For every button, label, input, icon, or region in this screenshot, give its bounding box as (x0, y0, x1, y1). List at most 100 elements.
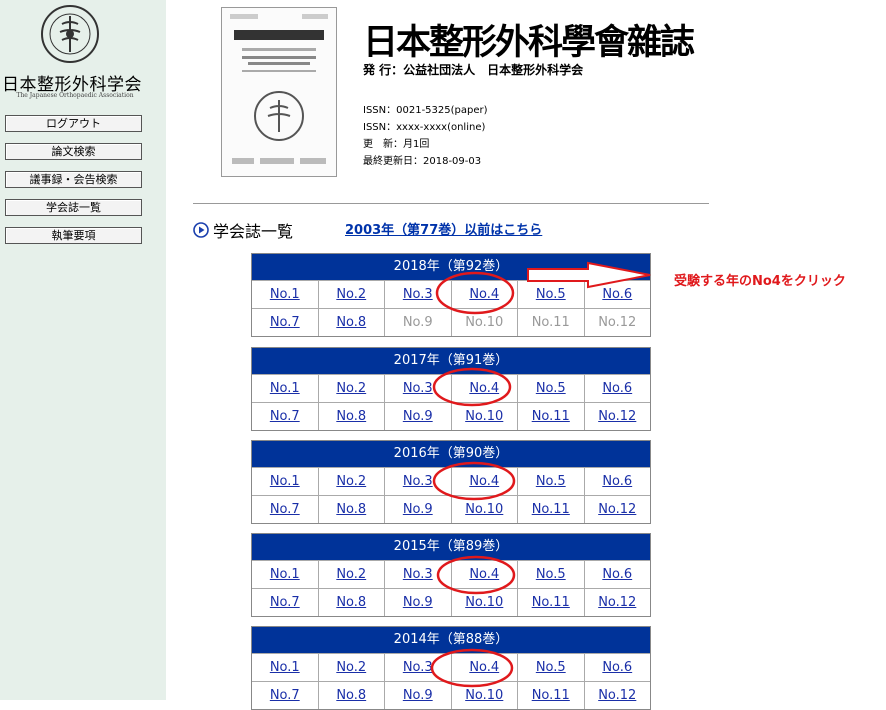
issue-link-10[interactable]: No.10 (450, 682, 518, 709)
issue-link-6[interactable]: No.6 (583, 375, 651, 402)
issue-link-1[interactable]: No.1 (252, 281, 318, 308)
issue-link-8[interactable]: No.8 (317, 589, 385, 616)
issue-link-3[interactable]: No.3 (384, 654, 451, 681)
writing-guidelines-button[interactable]: 執筆要項 (5, 227, 142, 244)
issue-link-4[interactable]: No.4 (450, 561, 518, 588)
issue-link-7[interactable]: No.7 (252, 589, 318, 616)
issue-row: No.7 No.8 No.9 No.10 No.11 No.12 (252, 588, 650, 616)
issue-link-7[interactable]: No.7 (252, 403, 318, 430)
issue-row: No.1 No.2 No.3 No.4 No.5 No.6 (252, 467, 650, 495)
last-updated: 最終更新日：2018-09-03 (363, 156, 482, 167)
issue-link-4[interactable]: No.4 (450, 468, 518, 495)
issue-row: No.1 No.2 No.3 No.4 No.5 No.6 (252, 374, 650, 402)
issue-link-7[interactable]: No.7 (252, 309, 318, 336)
issue-row: No.1 No.2 No.3 No.4 No.5 No.6 (252, 653, 650, 681)
issue-link-1[interactable]: No.1 (252, 375, 318, 402)
issue-link-12: No.12 (583, 309, 651, 336)
volume-header: 2018年（第92巻） (252, 254, 650, 280)
issue-link-3[interactable]: No.3 (384, 375, 451, 402)
section-heading: 学会誌一覧 (193, 218, 293, 242)
issue-link-11: No.11 (517, 309, 584, 336)
issue-link-9[interactable]: No.9 (384, 496, 451, 523)
instruction-callout: 受験する年のNo4をクリック (674, 274, 846, 289)
issue-row: No.7 No.8 No.9 No.10 No.11 No.12 (252, 681, 650, 709)
issue-link-2[interactable]: No.2 (317, 468, 385, 495)
journal-cover-image (221, 7, 337, 177)
sidebar: 日本整形外科学会 The Japanese Orthopaedic Associ… (0, 0, 166, 700)
issue-link-6[interactable]: No.6 (583, 281, 651, 308)
journal-list-button[interactable]: 学会誌一覧 (5, 199, 142, 216)
issue-link-10[interactable]: No.10 (450, 403, 518, 430)
issue-link-3[interactable]: No.3 (384, 468, 451, 495)
issue-link-5[interactable]: No.5 (517, 654, 584, 681)
section-title: 学会誌一覧 (213, 222, 294, 241)
issue-link-8[interactable]: No.8 (317, 309, 385, 336)
logout-button[interactable]: ログアウト (5, 115, 142, 132)
issue-link-10[interactable]: No.10 (450, 589, 518, 616)
issue-link-2[interactable]: No.2 (317, 561, 385, 588)
issue-link-9: No.9 (384, 309, 451, 336)
issue-row: No.7 No.8 No.9 No.10 No.11 No.12 (252, 402, 650, 430)
issue-row: No.1 No.2 No.3 No.4 No.5 No.6 (252, 560, 650, 588)
issue-link-9[interactable]: No.9 (384, 682, 451, 709)
issue-row: No.1 No.2 No.3 No.4 No.5 No.6 (252, 280, 650, 308)
issue-link-6[interactable]: No.6 (583, 561, 651, 588)
issue-link-5[interactable]: No.5 (517, 375, 584, 402)
issue-link-9[interactable]: No.9 (384, 589, 451, 616)
issue-link-4[interactable]: No.4 (450, 281, 518, 308)
issue-link-11[interactable]: No.11 (517, 496, 584, 523)
issn-paper: ISSN：0021-5325(paper) (363, 105, 488, 116)
issue-link-4[interactable]: No.4 (450, 375, 518, 402)
issue-link-6[interactable]: No.6 (583, 468, 651, 495)
volume-table: 2015年（第89巻） No.1 No.2 No.3 No.4 No.5 No.6 No.7 N… (251, 533, 651, 617)
volume-header: 2015年（第89巻） (252, 534, 650, 560)
journal-title: 日本整形外科學會雜誌 (363, 22, 695, 63)
issue-row: No.7 No.8 No.9 No.10 No.11 No.12 (252, 495, 650, 523)
publisher-info: 発 行：公益社団法人 日本整形外科学会 (363, 63, 584, 77)
issue-link-6[interactable]: No.6 (583, 654, 651, 681)
divider (193, 203, 709, 204)
volume-table: 2017年（第91巻） No.1 No.2 No.3 No.4 No.5 No.6 No.7 N… (251, 347, 651, 431)
issue-link-5[interactable]: No.5 (517, 561, 584, 588)
issue-link-12[interactable]: No.12 (583, 496, 651, 523)
issue-link-1[interactable]: No.1 (252, 654, 318, 681)
issue-link-7[interactable]: No.7 (252, 496, 318, 523)
older-volumes-link[interactable]: 2003年（第77巻）以前はこちら (345, 219, 542, 238)
issue-link-9[interactable]: No.9 (384, 403, 451, 430)
issue-link-11[interactable]: No.11 (517, 589, 584, 616)
issue-link-3[interactable]: No.3 (384, 561, 451, 588)
issn-online: ISSN：xxxx-xxxx(online) (363, 122, 486, 133)
issue-link-1[interactable]: No.1 (252, 561, 318, 588)
association-english-name: The Japanese Orthopaedic Association (16, 92, 134, 99)
issue-link-2[interactable]: No.2 (317, 281, 385, 308)
issue-link-7[interactable]: No.7 (252, 682, 318, 709)
issue-link-2[interactable]: No.2 (317, 654, 385, 681)
volume-table: 2016年（第90巻） No.1 No.2 No.3 No.4 No.5 No.6 No.7 N… (251, 440, 651, 524)
volume-header: 2014年（第88巻） (252, 627, 650, 653)
association-emblem-icon (41, 5, 99, 63)
issue-link-11[interactable]: No.11 (517, 403, 584, 430)
minutes-search-button[interactable]: 議事録・会告検索 (5, 171, 142, 188)
update-frequency: 更 新：月1回 (363, 139, 430, 150)
issue-link-10: No.10 (450, 309, 518, 336)
issue-link-2[interactable]: No.2 (317, 375, 385, 402)
issue-link-12[interactable]: No.12 (583, 589, 651, 616)
issue-link-12[interactable]: No.12 (583, 403, 651, 430)
play-circle-icon (193, 222, 209, 238)
volume-header: 2017年（第91巻） (252, 348, 650, 374)
issue-link-8[interactable]: No.8 (317, 496, 385, 523)
volume-header: 2016年（第90巻） (252, 441, 650, 467)
issue-link-10[interactable]: No.10 (450, 496, 518, 523)
issue-link-5[interactable]: No.5 (517, 468, 584, 495)
issue-link-4[interactable]: No.4 (450, 654, 518, 681)
issue-link-8[interactable]: No.8 (317, 682, 385, 709)
issue-link-11[interactable]: No.11 (517, 682, 584, 709)
issue-link-8[interactable]: No.8 (317, 403, 385, 430)
issue-link-3[interactable]: No.3 (384, 281, 451, 308)
volume-table: 2014年（第88巻） No.1 No.2 No.3 No.4 No.5 No.6 No.7 N… (251, 626, 651, 710)
issue-link-5[interactable]: No.5 (517, 281, 584, 308)
issue-link-1[interactable]: No.1 (252, 468, 318, 495)
paper-search-button[interactable]: 論文検索 (5, 143, 142, 160)
volume-table: 2018年（第92巻） No.1 No.2 No.3 No.4 No.5 No.6 No.7 N… (251, 253, 651, 337)
issue-link-12[interactable]: No.12 (583, 682, 651, 709)
